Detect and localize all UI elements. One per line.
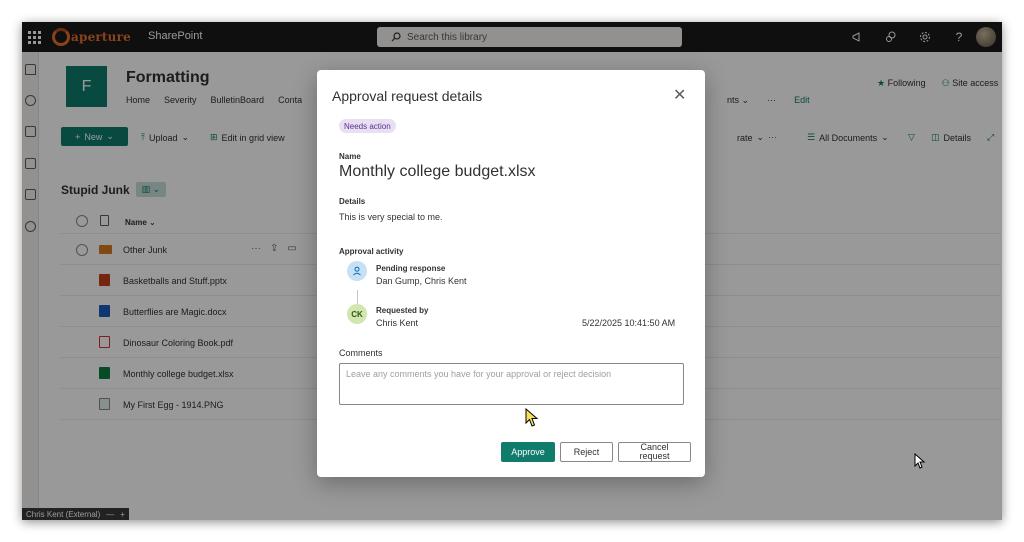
approval-request-dialog: Approval request details ✕ Needs action … [317,70,705,477]
approval-activity-label: Approval activity [339,247,404,256]
reject-button[interactable]: Reject [560,442,613,462]
cancel-line-2: request [639,451,670,461]
name-label: Name [339,152,361,161]
cancel-request-button[interactable]: Cancel request [618,442,691,462]
comments-label: Comments [339,348,383,358]
pending-person-icon [347,261,367,281]
close-icon[interactable]: ✕ [673,88,686,104]
requested-by-heading: Requested by [376,306,429,315]
pending-approvers: Dan Gump, Chris Kent [376,276,467,286]
request-timestamp: 5/22/2025 10:41:50 AM [582,318,676,328]
mouse-cursor-icon [525,408,539,427]
sharepoint-window: aperture SharePoint Search this library … [22,22,1002,520]
request-file-name: Monthly college budget.xlsx [339,163,536,180]
secondary-cursor-icon [914,453,926,469]
details-label: Details [339,197,366,206]
details-text: This is very special to me. [339,212,443,222]
requester-avatar: CK [347,304,367,324]
comments-input[interactable] [339,363,684,405]
dialog-title: Approval request details [332,88,483,104]
approve-button[interactable]: Approve [501,442,555,462]
status-badge: Needs action [339,119,396,133]
requester-name: Chris Kent [376,318,419,328]
pending-response-heading: Pending response [376,264,446,273]
